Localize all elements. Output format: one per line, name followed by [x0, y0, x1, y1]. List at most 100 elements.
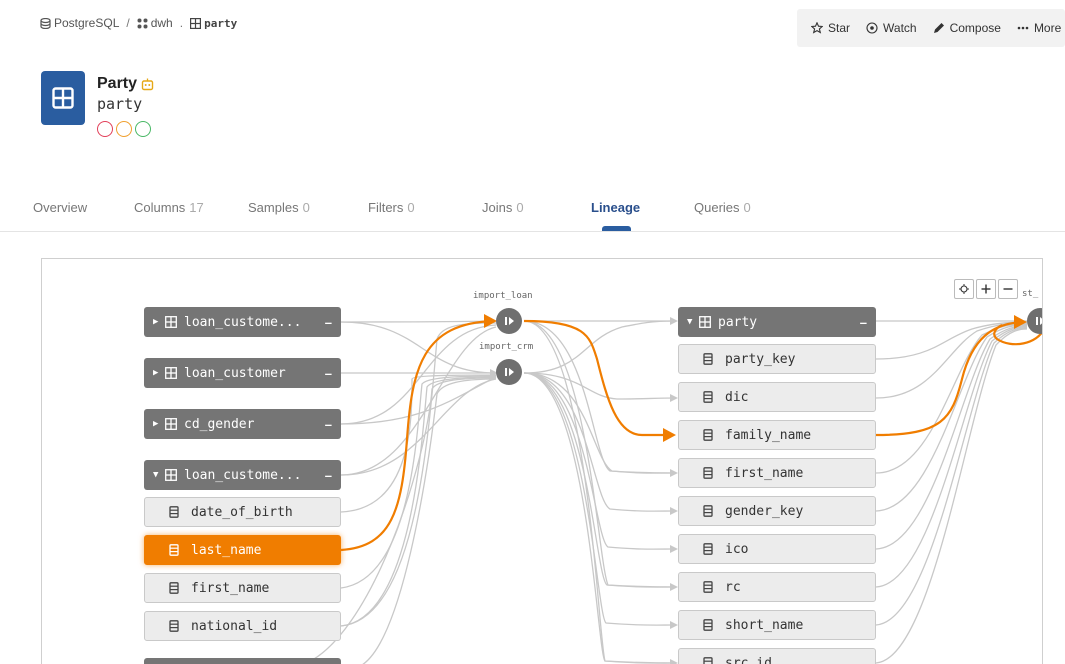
column-node-label: last_name — [191, 542, 262, 558]
table-node-label: party — [718, 314, 758, 330]
target-column-node[interactable]: gender_key — [678, 496, 876, 526]
collapse-node-button[interactable]: – — [860, 315, 867, 330]
compose-button[interactable]: Compose — [933, 21, 1001, 35]
collapse-node-button[interactable]: – — [325, 468, 332, 483]
process-icon — [503, 366, 515, 378]
source-column-node[interactable]: date_of_birth — [144, 497, 341, 527]
column-icon — [169, 506, 179, 518]
zoom-in-button[interactable] — [976, 279, 996, 299]
table-icon — [190, 17, 202, 29]
watch-button[interactable]: Watch — [866, 21, 917, 35]
column-icon — [703, 467, 713, 479]
expand-arrow-icon[interactable]: ▶ — [153, 368, 165, 378]
collapse-arrow-icon[interactable]: ▼ — [153, 470, 165, 480]
table-icon — [699, 316, 711, 328]
target-column-node-highlighted[interactable]: family_name — [678, 420, 876, 450]
tab-columns[interactable]: Columns 17 — [134, 200, 204, 215]
tab-label: Filters — [368, 200, 404, 215]
target-column-node[interactable]: rc — [678, 572, 876, 602]
tab-lineage[interactable]: Lineage — [591, 200, 640, 215]
breadcrumb-database[interactable]: PostgreSQL — [40, 16, 119, 30]
table-node-label: cd_gender — [184, 416, 255, 432]
tab-overview[interactable]: Overview — [33, 200, 87, 215]
process-label: st_ — [1022, 289, 1039, 299]
table-icon — [165, 418, 177, 430]
tab-bar: Overview Columns 17 Samples 0 Filters 0 Joi… — [0, 190, 1065, 232]
source-table-node[interactable]: ▶ loan_custome... – — [144, 307, 341, 337]
tab-count: 0 — [516, 200, 524, 215]
target-column-node[interactable]: ico — [678, 534, 876, 564]
more-label: More — [1033, 21, 1062, 35]
lineage-graph[interactable]: import_loan import_crm st_ ▶ loan_custom… — [41, 258, 1043, 664]
expand-arrow-icon[interactable]: ▶ — [153, 317, 165, 327]
target-column-node[interactable]: first_name — [678, 458, 876, 488]
tab-samples[interactable]: Samples 0 — [248, 200, 310, 215]
zoom-controls — [954, 279, 1018, 299]
quality-indicator-1[interactable] — [97, 121, 113, 137]
eye-icon — [866, 22, 878, 34]
source-table-node-partial[interactable] — [144, 658, 341, 664]
collapse-arrow-icon[interactable]: ▼ — [687, 317, 699, 327]
star-button[interactable]: Star — [811, 21, 850, 35]
source-table-node[interactable]: ▶ loan_customer – — [144, 358, 341, 388]
tab-label: Samples — [248, 200, 299, 215]
quality-indicator-2[interactable] — [116, 121, 132, 137]
column-node-label: gender_key — [725, 503, 804, 519]
column-node-label: short_name — [725, 617, 804, 633]
tab-label: Joins — [482, 200, 513, 215]
zoom-out-button[interactable] — [998, 279, 1018, 299]
tab-queries[interactable]: Queries 0 — [694, 200, 751, 215]
process-label: import_loan — [473, 291, 533, 301]
table-node-label: loan_customer — [184, 365, 286, 381]
collapse-node-button[interactable]: – — [325, 417, 332, 432]
target-column-node[interactable]: src_id — [678, 648, 876, 664]
column-icon — [169, 544, 179, 556]
target-column-node[interactable]: dic — [678, 382, 876, 412]
column-node-label: rc — [725, 579, 741, 595]
table-node-label: loan_custome... — [184, 314, 302, 330]
expand-arrow-icon[interactable]: ▶ — [153, 419, 165, 429]
breadcrumb: PostgreSQL / dwh . party — [40, 16, 237, 30]
column-node-label: first_name — [191, 580, 270, 596]
tab-count: 0 — [407, 200, 415, 215]
quality-indicator-3[interactable] — [135, 121, 151, 137]
process-icon — [1034, 315, 1042, 327]
fit-view-button[interactable] — [954, 279, 974, 299]
breadcrumb-schema[interactable]: dwh — [137, 16, 173, 30]
source-column-node[interactable]: national_id — [144, 611, 341, 641]
more-dots-icon — [1017, 22, 1029, 34]
target-column-node[interactable]: party_key — [678, 344, 876, 374]
target-column-node[interactable]: short_name — [678, 610, 876, 640]
breadcrumb-table-label: party — [204, 16, 238, 30]
process-node-import-loan[interactable] — [496, 308, 522, 334]
column-node-label: src_id — [725, 655, 772, 664]
collapse-node-button[interactable]: – — [325, 315, 332, 330]
minus-icon — [1003, 284, 1013, 294]
breadcrumb-table[interactable]: party — [190, 17, 237, 30]
column-icon — [703, 353, 713, 365]
column-icon — [703, 391, 713, 403]
tab-count: 0 — [743, 200, 751, 215]
table-node-label: loan_custome... — [184, 467, 302, 483]
watch-label: Watch — [883, 21, 917, 35]
more-button[interactable]: More — [1017, 21, 1061, 35]
source-column-node-highlighted[interactable]: last_name — [144, 535, 341, 565]
schema-icon — [137, 18, 148, 29]
process-node-import-crm[interactable] — [496, 359, 522, 385]
compose-label: Compose — [949, 21, 1001, 35]
tab-count: 0 — [302, 200, 310, 215]
source-table-node[interactable]: ▶ cd_gender – — [144, 409, 341, 439]
column-node-label: national_id — [191, 618, 278, 634]
tab-joins[interactable]: Joins 0 — [482, 200, 524, 215]
target-table-node[interactable]: ▼ party – — [678, 307, 876, 337]
star-icon — [811, 22, 823, 34]
breadcrumb-separator: / — [126, 16, 130, 30]
tab-filters[interactable]: Filters 0 — [368, 200, 415, 215]
column-icon — [169, 582, 179, 594]
process-label: import_crm — [479, 342, 534, 352]
source-column-node[interactable]: first_name — [144, 573, 341, 603]
breadcrumb-dot: . — [179, 16, 184, 30]
source-table-node-expanded[interactable]: ▼ loan_custome... – — [144, 460, 341, 490]
table-entity-icon — [41, 71, 85, 125]
collapse-node-button[interactable]: – — [325, 366, 332, 381]
